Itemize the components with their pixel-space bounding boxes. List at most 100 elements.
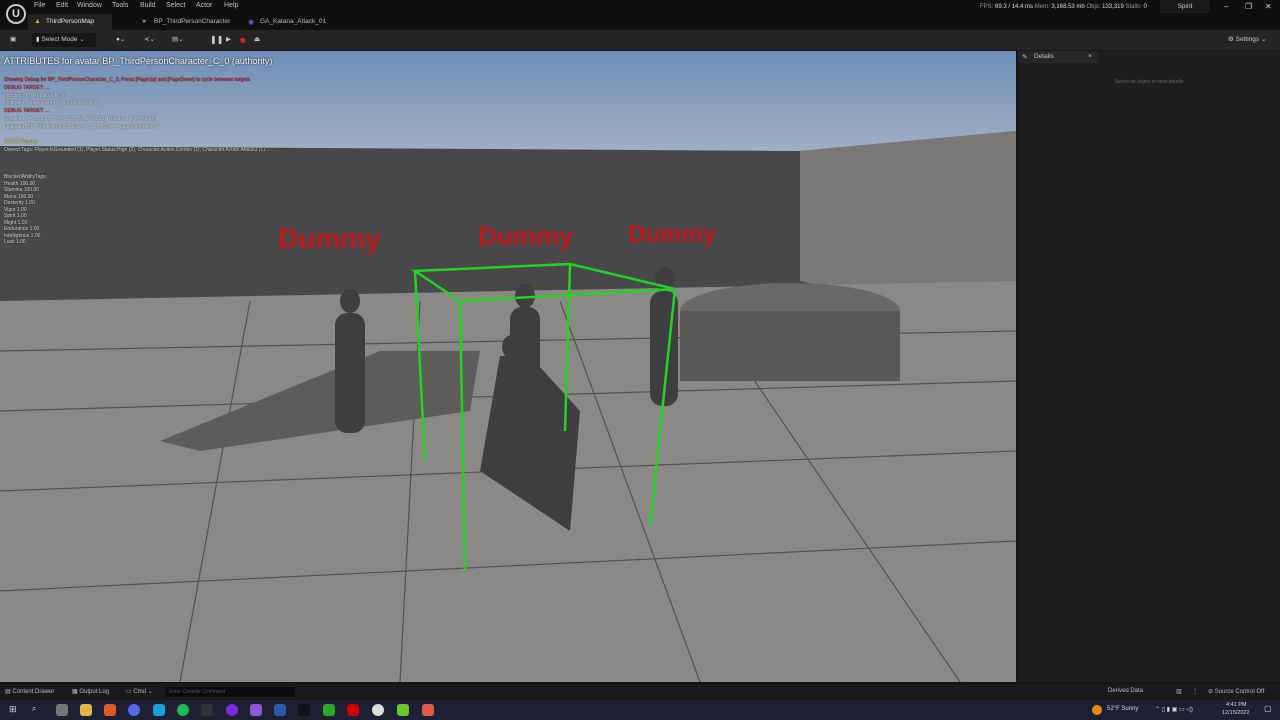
cmd-dropdown[interactable]: ▭ Cmd ⌄ bbox=[126, 688, 153, 695]
attribute-line: Luck 1.00 bbox=[4, 239, 26, 245]
fps-value: 69.3 bbox=[995, 4, 1007, 10]
weather-icon[interactable] bbox=[1092, 705, 1102, 715]
menu-help[interactable]: Help bbox=[224, 2, 238, 9]
attribute-line: Might 1.00 bbox=[4, 219, 28, 226]
debug-line: Showing Debug for BP_ThirdPersonCharacte… bbox=[4, 77, 250, 83]
title-bar: U File Edit Window Tools Build Select Ac… bbox=[0, 0, 1280, 30]
attribute-line: Health 100.00 bbox=[4, 180, 36, 187]
tab-bp-thirdpersoncharacter[interactable]: ● BP_ThirdPersonCharacter bbox=[136, 14, 238, 30]
content-drawer-label: Content Drawer bbox=[12, 689, 55, 695]
menu-build[interactable]: Build bbox=[140, 2, 156, 9]
debug-line: Owned Tags: Player.IsGrounded (1), Playe… bbox=[4, 147, 265, 154]
attribute-line: Stamina 100.00 bbox=[4, 187, 40, 193]
visual-studio-icon[interactable] bbox=[250, 704, 262, 716]
task-view-icon[interactable] bbox=[56, 704, 68, 716]
source-control-button[interactable]: ⊘ Source Control Off bbox=[1208, 688, 1264, 695]
terminal-icon[interactable] bbox=[298, 704, 310, 716]
output-log-button[interactable]: ▦ Output Log bbox=[72, 688, 109, 695]
spotify-icon[interactable] bbox=[177, 704, 189, 716]
select-mode-dropdown[interactable]: ▮ Select Mode ⌄ bbox=[32, 33, 96, 47]
clock-time[interactable]: 4:41 PM bbox=[1226, 702, 1246, 708]
debug-line: DEBUG TARGET: ... bbox=[4, 84, 50, 91]
weather-text[interactable]: 52°F Sunny bbox=[1107, 706, 1138, 712]
settings-button[interactable]: ⚙ Settings ⌄ bbox=[1224, 33, 1270, 47]
cinematics-icon[interactable]: ▤⌄ bbox=[168, 33, 188, 47]
menu-file[interactable]: File bbox=[34, 2, 45, 9]
close-tab-icon[interactable]: × bbox=[1088, 53, 1092, 60]
unreal-engine-icon[interactable] bbox=[372, 704, 384, 716]
debug-line: STATE Playing bbox=[4, 139, 38, 146]
app-icon[interactable] bbox=[397, 704, 409, 716]
dummy-label: Dummy bbox=[478, 221, 574, 251]
save-icon[interactable]: ▣ bbox=[6, 33, 20, 47]
clock-date[interactable]: 12/15/2022 bbox=[1222, 710, 1250, 716]
dummy-label: Dummy bbox=[278, 223, 381, 254]
mem-value: 3,168.53 mb bbox=[1051, 4, 1085, 10]
windows-start-icon[interactable]: ⊞ bbox=[9, 704, 17, 715]
attribute-line: Mana 100.00 bbox=[4, 193, 34, 200]
debug-line: DEBUG TARGET: ... bbox=[4, 108, 50, 115]
derived-data-button[interactable]: Derived Data bbox=[1108, 688, 1143, 694]
objs-value: 133,319 bbox=[1102, 4, 1124, 10]
add-actor-icon[interactable]: ●⌄ bbox=[112, 33, 129, 47]
platform-side bbox=[680, 311, 900, 381]
more-icon[interactable]: ⋮ bbox=[1192, 688, 1198, 695]
app-icon[interactable] bbox=[422, 704, 434, 716]
fps-label: FPS: bbox=[980, 4, 994, 10]
blueprint-graph-icon[interactable]: ⋖⌄ bbox=[140, 33, 159, 47]
tab-label: BP_ThirdPersonCharacter bbox=[154, 18, 231, 25]
attribute-line: Spirit 1.00 bbox=[4, 213, 27, 219]
close-button[interactable]: ✕ bbox=[1265, 2, 1272, 11]
stalls-value: 0 bbox=[1143, 4, 1147, 10]
select-mode-label: Select Mode bbox=[41, 36, 78, 43]
revision-control-icon[interactable]: ▥ bbox=[1176, 688, 1182, 695]
level-viewport[interactable]: Dummy Dummy Dummy ATTRIBUTES for avatar … bbox=[0, 51, 1016, 682]
derived-data-label: Derived Data bbox=[1108, 688, 1144, 694]
restore-button[interactable]: ❐ bbox=[1245, 2, 1252, 11]
pencil-icon: ✎ bbox=[1022, 54, 1028, 61]
eject-button[interactable]: ⏏ bbox=[250, 33, 264, 47]
menu-select[interactable]: Select bbox=[166, 2, 185, 9]
blueprint-icon: ● bbox=[142, 18, 147, 25]
details-panel: ✎ Details × Select an object to view detai… bbox=[1018, 51, 1280, 682]
windows-taskbar: ⊞ ⌕ 52°F Sunny ⌃ ▯ ▮ ▣ ▭ ◁) 4:41 PM 12/1… bbox=[0, 700, 1280, 720]
unreal-logo-icon[interactable]: U bbox=[6, 4, 26, 24]
output-log-label: Output Log bbox=[79, 689, 110, 695]
project-name: Spirit bbox=[1160, 0, 1210, 13]
tab-thirdpersonmap[interactable]: ▲ ThirdPersonMap bbox=[28, 14, 112, 30]
attribute-line: Dexterity 1.00 bbox=[4, 200, 35, 206]
tray-icons[interactable]: ⌃ ▯ ▮ ▣ ▭ ◁) bbox=[1155, 706, 1193, 713]
tab-ga-katana-attack[interactable]: ◉ GA_Katana_Attack_01 bbox=[242, 14, 334, 30]
app-icon[interactable] bbox=[153, 704, 165, 716]
menu-window[interactable]: Window bbox=[77, 2, 102, 9]
menu-edit[interactable]: Edit bbox=[56, 2, 68, 9]
app-icon[interactable] bbox=[226, 704, 238, 716]
menu-tools[interactable]: Tools bbox=[112, 2, 128, 9]
notifications-icon[interactable]: ▢ bbox=[1264, 704, 1272, 713]
console-input[interactable]: Enter Console Command bbox=[165, 687, 295, 697]
epic-games-icon[interactable] bbox=[201, 704, 213, 716]
debug-header: ATTRIBUTES for avatar BP_ThirdPersonChar… bbox=[4, 56, 273, 66]
stop-button[interactable]: ■ bbox=[236, 33, 249, 47]
steam-icon[interactable] bbox=[274, 704, 286, 716]
search-icon[interactable]: ⌕ bbox=[32, 704, 36, 714]
toolbar: ▣ ▮ Select Mode ⌄ ●⌄ ⋖⌄ ▤⌄ ❚❚ ▶ ■ ⏏ ⚙ Se… bbox=[0, 30, 1280, 50]
status-bar: ▤ Content Drawer ▦ Output Log ▭ Cmd ⌄ En… bbox=[0, 684, 1280, 700]
xbox-icon[interactable] bbox=[323, 704, 335, 716]
details-tab[interactable]: ✎ Details × bbox=[1018, 51, 1098, 63]
debug-line: Location: X=-1,623.17, Y=-1,031.76, Z=92… bbox=[4, 116, 156, 122]
ability-icon: ◉ bbox=[248, 19, 255, 26]
mem-label: Mem: bbox=[1034, 4, 1050, 10]
netflix-icon[interactable] bbox=[347, 704, 359, 716]
minimize-button[interactable]: – bbox=[1224, 2, 1228, 11]
file-explorer-icon[interactable] bbox=[80, 704, 92, 716]
tab-label: GA_Katana_Attack_01 bbox=[260, 18, 327, 25]
ms-value: / 14.4 ms bbox=[1008, 4, 1034, 10]
objs-label: Objs: bbox=[1086, 4, 1101, 10]
step-button[interactable]: ▶ bbox=[222, 33, 235, 47]
source-control-label: Source Control Off bbox=[1214, 689, 1265, 695]
discord-icon[interactable] bbox=[128, 704, 140, 716]
brave-icon[interactable] bbox=[104, 704, 116, 716]
content-drawer-button[interactable]: ▤ Content Drawer bbox=[5, 688, 54, 695]
menu-actor[interactable]: Actor bbox=[196, 2, 212, 9]
